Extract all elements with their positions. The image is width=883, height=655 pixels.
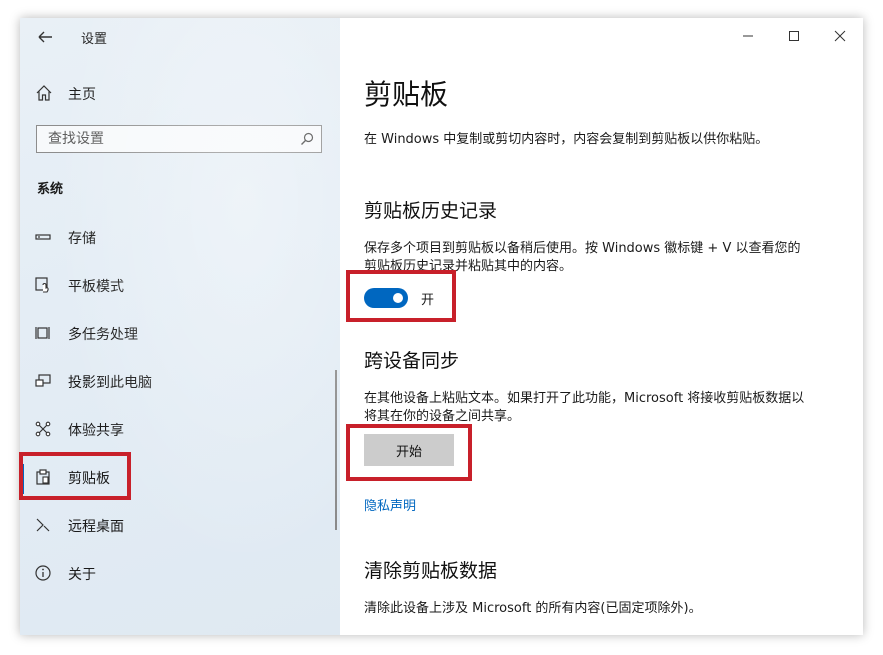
highlight-box-clipboard-nav bbox=[19, 452, 131, 500]
sidebar-item-multitasking[interactable]: 多任务处理 bbox=[20, 316, 340, 364]
sidebar-item-label: 投影到此电脑 bbox=[68, 375, 152, 391]
app-title: 设置 bbox=[81, 32, 108, 47]
projecting-icon bbox=[35, 374, 51, 387]
sidebar-item-projecting[interactable]: 投影到此电脑 bbox=[20, 364, 340, 412]
sidebar-item-label: 存储 bbox=[68, 231, 96, 247]
search-icon[interactable] bbox=[300, 132, 314, 146]
info-icon bbox=[35, 565, 51, 581]
sidebar-item-label: 平板模式 bbox=[68, 279, 124, 295]
settings-window: 设置 主页 系统 存储 bbox=[20, 18, 863, 635]
sidebar-item-remote-desktop[interactable]: 远程桌面 bbox=[20, 508, 340, 556]
sidebar-item-storage[interactable]: 存储 bbox=[20, 220, 340, 268]
multitasking-icon bbox=[35, 327, 50, 339]
page-title: 剪贴板 bbox=[364, 78, 449, 111]
minimize-button[interactable] bbox=[725, 18, 771, 52]
search-input[interactable] bbox=[37, 126, 288, 152]
sync-description: 在其他设备上粘贴文本。如果打开了此功能，Microsoft 将接收剪贴板数据以将… bbox=[364, 391, 805, 424]
sidebar-scrollbar[interactable] bbox=[335, 370, 337, 530]
nav-home-label: 主页 bbox=[68, 87, 96, 103]
nav-home[interactable]: 主页 bbox=[20, 78, 340, 108]
maximize-button[interactable] bbox=[771, 18, 817, 52]
minimize-icon bbox=[743, 35, 753, 37]
home-icon bbox=[36, 85, 52, 101]
storage-icon bbox=[35, 234, 51, 240]
section-title: 系统 bbox=[37, 182, 64, 197]
highlight-box-sync-button bbox=[346, 424, 472, 481]
back-button[interactable] bbox=[30, 25, 58, 49]
search-box[interactable] bbox=[36, 125, 322, 153]
intro-text: 在 Windows 中复制或剪切内容时，内容会复制到剪贴板以供你粘贴。 bbox=[364, 132, 769, 147]
history-heading: 剪贴板历史记录 bbox=[364, 200, 498, 222]
close-button[interactable] bbox=[817, 18, 863, 52]
remote-desktop-icon bbox=[36, 518, 50, 532]
sidebar-item-tablet-mode[interactable]: 平板模式 bbox=[20, 268, 340, 316]
sidebar: 设置 主页 系统 存储 bbox=[20, 18, 340, 635]
close-icon bbox=[834, 30, 846, 42]
nav-list: 存储 平板模式 多任务处理 投影到此电脑 体验共享 剪贴板 远程桌面 关于 bbox=[20, 220, 340, 604]
back-arrow-icon bbox=[38, 31, 52, 43]
highlight-box-history-toggle bbox=[346, 270, 456, 322]
sidebar-item-label: 多任务处理 bbox=[68, 327, 138, 343]
tablet-mode-icon bbox=[35, 277, 49, 293]
clear-heading: 清除剪贴板数据 bbox=[364, 560, 498, 582]
sidebar-item-label: 远程桌面 bbox=[68, 519, 124, 535]
main-content: 剪贴板 在 Windows 中复制或剪切内容时，内容会复制到剪贴板以供你粘贴。 … bbox=[340, 18, 863, 635]
window-controls bbox=[725, 18, 863, 52]
sync-heading: 跨设备同步 bbox=[364, 350, 460, 372]
clear-description: 清除此设备上涉及 Microsoft 的所有内容(已固定项除外)。 bbox=[364, 601, 702, 616]
sidebar-item-label: 关于 bbox=[68, 567, 96, 583]
sidebar-item-about[interactable]: 关于 bbox=[20, 556, 340, 604]
sidebar-item-label: 体验共享 bbox=[68, 423, 124, 439]
maximize-icon bbox=[789, 31, 799, 41]
shared-experiences-icon bbox=[35, 421, 51, 437]
privacy-link[interactable]: 隐私声明 bbox=[364, 495, 416, 514]
